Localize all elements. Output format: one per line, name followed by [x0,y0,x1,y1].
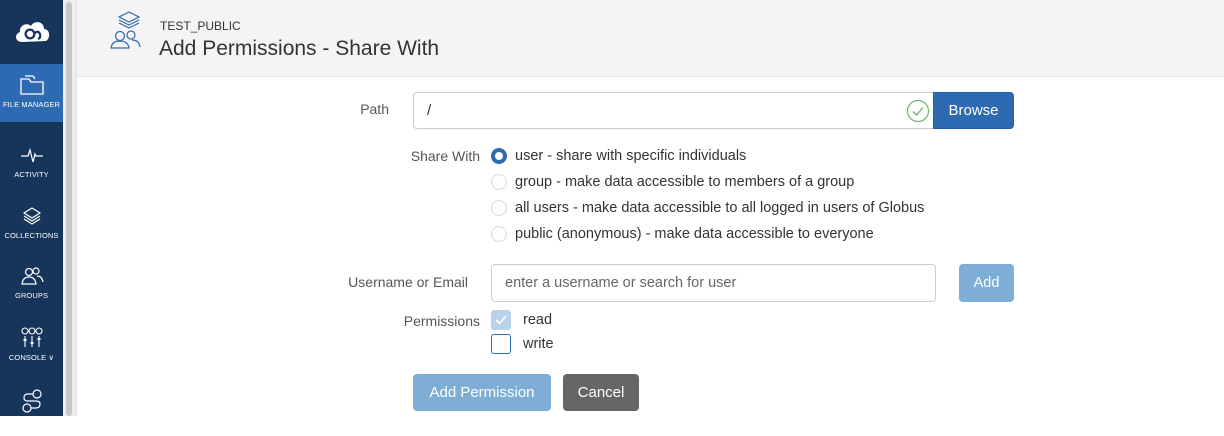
checkbox[interactable] [491,334,511,354]
nav-item-collections[interactable]: COLLECTIONS [0,195,63,253]
path-value[interactable]: / [427,102,431,119]
pulse-icon [20,147,43,163]
shared-collection-icon [110,11,141,49]
browse-button[interactable]: Browse [933,92,1014,129]
cancel-button[interactable]: Cancel [563,374,639,411]
path-label: Path [360,101,389,117]
people-icon [20,267,44,285]
collection-name[interactable]: TEST_PUBLIC [160,19,241,33]
permission-label: write [523,336,554,352]
share-option-user[interactable]: user - share with specific individuals [491,146,746,166]
share-option-label: public (anonymous) - make data accessibl… [515,226,874,242]
flows-icon [21,389,42,413]
radio-button[interactable] [491,174,507,190]
nav-item-label: CONSOLE ∨ [9,353,54,362]
share-option-all-users[interactable]: all users - make data accessible to all … [491,198,924,218]
add-user-button[interactable]: Add [959,264,1014,302]
username-search-input[interactable] [491,264,936,302]
scrollbar[interactable] [63,0,77,416]
globus-cloud-logo-icon [15,22,49,42]
nav-item-label: GROUPS [14,291,49,300]
console-label-text: CONSOLE [8,353,47,362]
chevron-down-icon: ∨ [48,353,55,362]
sliders-icon [20,327,43,347]
radio-button[interactable] [491,200,507,216]
nav-item-groups[interactable]: GROUPS [0,255,63,313]
page-title: Add Permissions - Share With [159,37,440,60]
nav-item-activity[interactable]: ACTIVITY [0,134,63,192]
permissions-label: Permissions [403,313,480,329]
share-with-label: Share With [410,148,480,164]
checkbox[interactable] [491,310,511,330]
checkmark-icon [495,315,507,325]
radio-button[interactable] [491,226,507,242]
nav-item-file-manager[interactable]: FILE MANAGER [0,64,63,122]
nav-item-label: ACTIVITY [14,170,49,179]
share-option-group[interactable]: group - make data accessible to members … [491,172,854,192]
nav-item-label: FILE MANAGER [2,100,61,109]
folder-icon [19,75,44,95]
check-circle-icon [906,99,930,123]
username-label: Username or Email [348,274,468,290]
nav-item-console[interactable]: CONSOLE ∨ [0,315,63,373]
share-option-label: user - share with specific individuals [515,148,747,164]
path-field[interactable]: / [413,92,935,129]
scrollbar-thumb[interactable] [66,2,72,416]
share-option-public[interactable]: public (anonymous) - make data accessibl… [491,224,874,244]
nav-item-label: COLLECTIONS [4,231,59,240]
share-option-label: group - make data accessible to members … [515,174,855,190]
globus-logo[interactable] [0,0,63,64]
layers-icon [22,207,41,225]
permission-write[interactable]: write [491,334,554,354]
left-nav: FILE MANAGER ACTIVITY COLLECTIONS GROUPS [0,0,63,416]
permission-read[interactable]: read [491,310,552,330]
radio-button[interactable] [491,148,507,164]
nav-item-flows[interactable] [0,378,63,436]
page-header: TEST_PUBLIC Add Permissions - Share With [77,0,1224,77]
share-option-label: all users - make data accessible to all … [515,200,925,216]
add-permission-button[interactable]: Add Permission [413,374,551,411]
permission-label: read [523,312,553,328]
